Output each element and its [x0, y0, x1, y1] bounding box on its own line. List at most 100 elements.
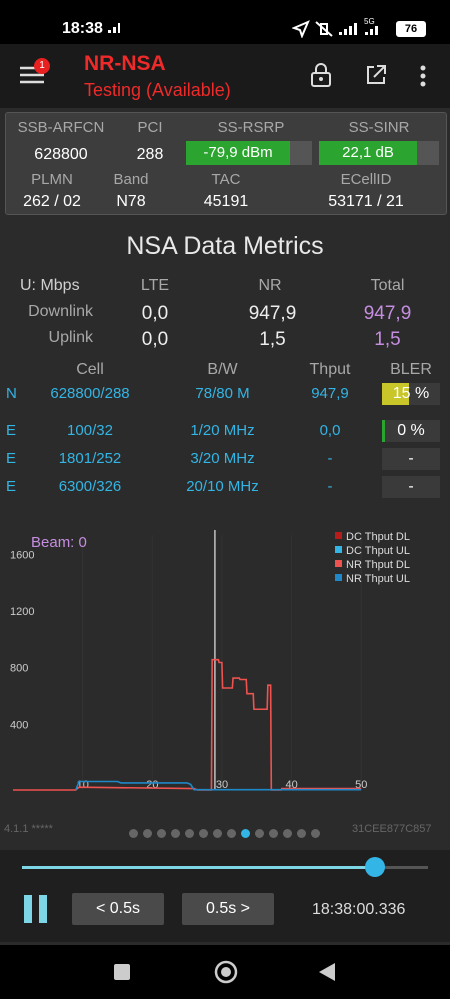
clock: 18:38	[62, 20, 103, 37]
cell-thput: 947,9	[311, 385, 349, 402]
band-value: N78	[116, 193, 146, 210]
legend-swatch	[335, 574, 342, 581]
cell-type: N	[6, 385, 17, 402]
playback-controls: < 0.5s 0.5s > 18:38:00.336	[0, 850, 450, 942]
page-dot[interactable]	[185, 829, 194, 838]
version-label: 4.1.1 *****	[4, 823, 53, 835]
page-dot[interactable]	[157, 829, 166, 838]
step-forward-button[interactable]: 0.5s >	[182, 893, 274, 925]
header-ecellid: ECellID	[340, 171, 392, 188]
page-dot[interactable]	[227, 829, 236, 838]
dl-lte: 0,0	[141, 303, 169, 324]
battery-level: 76	[404, 23, 418, 35]
page-dot[interactable]	[213, 829, 222, 838]
pause-icon[interactable]	[24, 895, 48, 923]
bler-value: -	[408, 478, 414, 495]
more-options-icon[interactable]	[419, 64, 427, 88]
uplink-label: Uplink	[48, 329, 93, 346]
app-title: NR-NSA	[84, 52, 166, 75]
y-tick-label: 1600	[10, 549, 34, 561]
back-icon[interactable]	[318, 962, 336, 982]
cell-id: 1801/252	[58, 450, 122, 467]
home-icon[interactable]	[214, 960, 238, 984]
header-pci: PCI	[137, 119, 163, 136]
cells-header-thput: Thput	[309, 361, 351, 378]
page-dot[interactable]	[241, 829, 250, 838]
header-ssb-arfcn: SSB-ARFCN	[17, 119, 105, 136]
page-indicator[interactable]	[129, 825, 325, 838]
recents-icon[interactable]	[114, 964, 130, 980]
pci-value: 288	[136, 146, 164, 163]
slider-handle[interactable]	[365, 857, 386, 877]
throughput-chart: 400 800 1200 1600 10 20 30 40 50 Beam: 0 DC Thput …	[0, 520, 450, 805]
cell-thput: -	[327, 478, 333, 495]
legend-label: DC Thput DL	[346, 531, 410, 543]
open-external-icon[interactable]	[365, 64, 387, 86]
bler-cell: 15 %	[382, 383, 440, 405]
bler-value: 0 %	[397, 422, 425, 439]
slider-fill	[22, 866, 376, 869]
notification-badge: 1	[34, 58, 50, 74]
cells-header-bw: B/W	[207, 361, 238, 378]
cells-header-cell: Cell	[76, 361, 104, 378]
page-dot[interactable]	[143, 829, 152, 838]
legend-swatch	[335, 532, 342, 539]
header-tac: TAC	[211, 171, 241, 188]
system-nav-bar	[0, 945, 450, 999]
cell-thput: -	[327, 450, 333, 467]
dl-nr: 947,9	[248, 303, 297, 324]
header-ss-sinr: SS-SINR	[348, 119, 410, 136]
series-line-2	[13, 658, 362, 791]
col-nr: NR	[258, 277, 282, 294]
page-dot[interactable]	[283, 829, 292, 838]
legend-label: DC Thput UL	[346, 545, 410, 557]
page-dot[interactable]	[255, 829, 264, 838]
status-bar: 18:38 5G 76	[0, 0, 450, 44]
col-total: Total	[370, 277, 405, 294]
cell-bandwidth: 20/10 MHz	[186, 478, 259, 495]
app-bar: 1 NR-NSA Testing (Available)	[0, 44, 450, 108]
ssb-arfcn-value: 628800	[34, 146, 88, 163]
cell-type: E	[6, 422, 17, 439]
x-tick-label: 20	[146, 779, 158, 791]
lock-icon[interactable]	[310, 62, 332, 88]
signal-icon	[108, 23, 120, 33]
page-dot[interactable]	[311, 829, 320, 838]
legend-label: NR Thput DL	[346, 559, 410, 571]
y-tick-label: 800	[10, 663, 28, 675]
legend-label: NR Thput UL	[346, 573, 410, 585]
page-dot[interactable]	[129, 829, 138, 838]
bler-cell: -	[382, 448, 440, 470]
battery-icon: 76	[396, 21, 426, 37]
vibrate-mute-icon	[315, 21, 333, 37]
page-dot[interactable]	[199, 829, 208, 838]
page-dot[interactable]	[297, 829, 306, 838]
navigation-icon	[292, 20, 310, 38]
legend-swatch	[335, 560, 342, 567]
page-dot[interactable]	[269, 829, 278, 838]
cell-type: E	[6, 450, 17, 467]
bler-cell: -	[382, 476, 440, 498]
cell-bandwidth: 1/20 MHz	[190, 422, 255, 439]
metrics-title: NSA Data Metrics	[126, 232, 324, 260]
cell-bandwidth: 78/80 M	[195, 385, 250, 402]
header-plmn: PLMN	[31, 171, 73, 188]
app-subtitle: Testing (Available)	[84, 80, 231, 100]
y-tick-label: 400	[10, 719, 28, 731]
beam-annotation: Beam: 0	[31, 534, 87, 551]
ecellid-value: 53171 / 21	[328, 193, 404, 210]
signal-strength-icon	[339, 23, 357, 35]
page-dot[interactable]	[171, 829, 180, 838]
dl-total: 947,9	[363, 303, 412, 324]
chart-svg: 4008001200160010 20 30 40 50Beam: 0 DC Thput …	[10, 530, 410, 791]
cell-thput: 0,0	[319, 422, 341, 439]
cell-id: 6300/326	[58, 478, 122, 495]
signal-strength-2-icon	[365, 26, 378, 35]
bler-value: 15 %	[392, 385, 430, 402]
downlink-label: Downlink	[28, 303, 93, 320]
rsrp-bar: -79,9 dBm	[186, 141, 290, 165]
header-ss-rsrp: SS-RSRP	[217, 119, 285, 136]
step-back-button[interactable]: < 0.5s	[72, 893, 164, 925]
cell-bandwidth: 3/20 MHz	[190, 450, 255, 467]
ul-nr: 1,5	[259, 329, 286, 350]
